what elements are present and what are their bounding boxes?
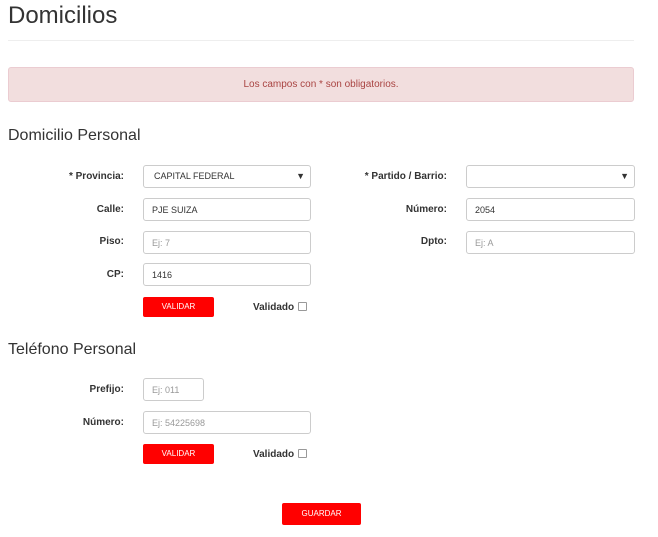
provincia-label: * Provincia: [68, 171, 124, 182]
domicilios-page: Domicilios Los campos con * son obligato… [0, 0, 658, 537]
required-fields-alert: Los campos con * son obligatorios. [8, 67, 634, 102]
guardar-button[interactable]: GUARDAR [282, 503, 361, 525]
dpto-label: Dpto: [420, 236, 447, 247]
telefono-validado: Validado [253, 448, 308, 461]
prefijo-label: Prefijo: [89, 384, 124, 395]
validar-telefono-button[interactable]: VALIDAR [143, 444, 214, 464]
prefijo-input[interactable] [143, 378, 204, 401]
cp-label: CP: [106, 269, 124, 280]
domicilio-validado: Validado [253, 301, 308, 314]
title-divider [8, 40, 634, 41]
numero-input[interactable] [466, 198, 635, 221]
provincia-select[interactable]: CAPITAL FEDERAL ▼ [143, 165, 311, 188]
telefono-numero-input[interactable] [143, 411, 311, 434]
chevron-down-icon: ▼ [620, 171, 629, 181]
partido-label: * Partido / Barrio: [364, 171, 447, 182]
provincia-selected-value: CAPITAL FEDERAL [154, 171, 235, 181]
telefono-numero-label: Número: [82, 417, 124, 428]
validado-label: Validado [253, 449, 295, 460]
piso-input[interactable] [143, 231, 311, 254]
cp-input[interactable] [143, 263, 311, 286]
validado-checkbox[interactable] [298, 301, 308, 311]
dpto-input[interactable] [466, 231, 635, 254]
chevron-down-icon: ▼ [296, 171, 305, 181]
validado-label: Validado [253, 302, 295, 313]
validar-domicilio-button[interactable]: VALIDAR [143, 297, 214, 317]
calle-input[interactable] [143, 198, 311, 221]
partido-select[interactable]: ▼ [466, 165, 635, 188]
validado-checkbox[interactable] [298, 448, 308, 458]
piso-label: Piso: [99, 236, 124, 247]
numero-label: Número: [405, 204, 447, 215]
telefono-section-title: Teléfono Personal [8, 341, 137, 358]
calle-label: Calle: [96, 204, 124, 215]
domicilio-section-title: Domicilio Personal [8, 127, 141, 144]
page-title: Domicilios [8, 2, 118, 29]
